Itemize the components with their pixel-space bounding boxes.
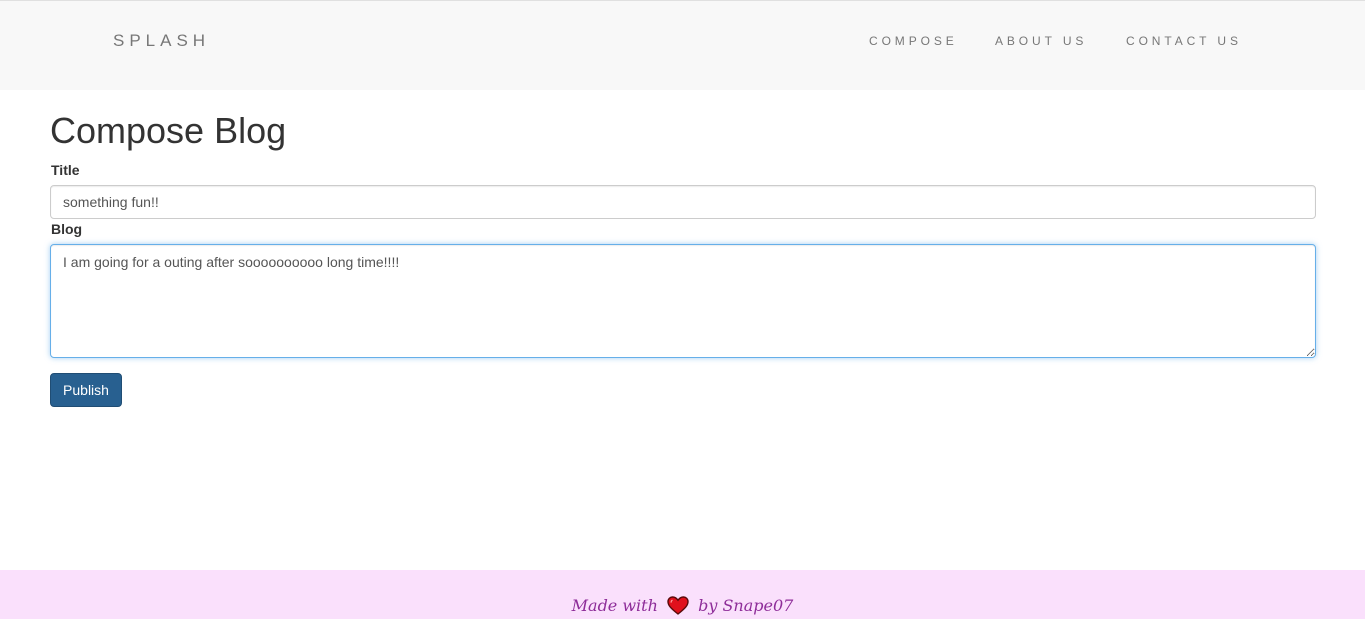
page-title: Compose Blog (50, 110, 287, 151)
title-label: Title (51, 162, 80, 178)
title-input[interactable] (50, 185, 1316, 219)
footer-prefix: Made with (571, 596, 658, 615)
footer-credit: Made with by Snape07 (0, 596, 1365, 619)
navbar: SPLASH COMPOSE ABOUT US CONTACT US (0, 0, 1365, 90)
brand-link[interactable]: SPLASH (113, 31, 210, 51)
footer-suffix: by Snape07 (698, 596, 794, 615)
footer: Made with by Snape07 (0, 570, 1365, 619)
heart-icon (667, 596, 689, 619)
blog-textarea[interactable]: I am going for a outing after sooooooooo… (50, 244, 1316, 358)
nav-link-contact-us[interactable]: CONTACT US (1126, 34, 1242, 48)
nav-link-compose[interactable]: COMPOSE (869, 34, 958, 48)
nav-link-about-us[interactable]: ABOUT US (995, 34, 1087, 48)
publish-button[interactable]: Publish (50, 373, 122, 407)
blog-label: Blog (51, 221, 83, 237)
